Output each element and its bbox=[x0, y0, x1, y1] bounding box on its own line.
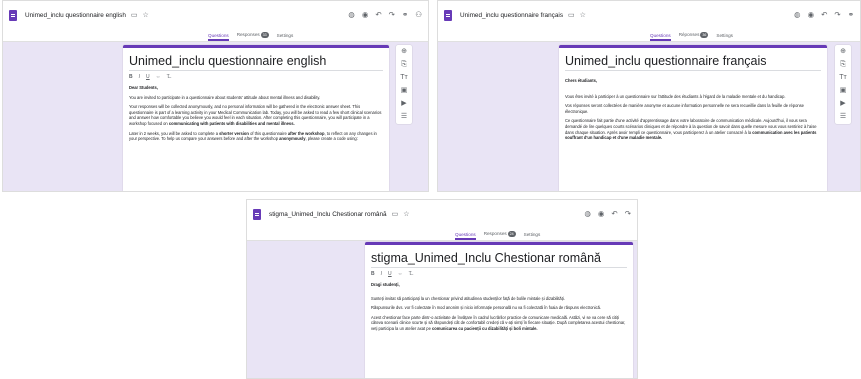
tab-questions[interactable]: Questions bbox=[208, 33, 229, 41]
palette-icon[interactable]: ◍ bbox=[584, 209, 591, 218]
add-question-icon[interactable]: ⊕ bbox=[840, 48, 846, 56]
add-question-icon[interactable]: ⊕ bbox=[401, 48, 407, 56]
form-description[interactable]: Dear Students, You are invited to partic… bbox=[123, 83, 389, 148]
screenshot-romanian-form: stigma_Unimed_Inclu Chestionar română ▭ … bbox=[246, 199, 638, 379]
eye-icon[interactable]: ◉ bbox=[362, 10, 369, 19]
redo-icon[interactable]: ↷ bbox=[625, 209, 631, 218]
bold-button[interactable]: B bbox=[371, 271, 375, 277]
form-header-card[interactable]: stigma_Unimed_Inclu Chestionar română B … bbox=[365, 242, 633, 378]
add-image-icon[interactable]: ▣ bbox=[401, 87, 408, 95]
form-description[interactable]: Dragi studenți, Sunteți invitat să parti… bbox=[365, 280, 633, 338]
add-image-icon[interactable]: ▣ bbox=[840, 87, 847, 95]
add-title-icon[interactable]: Tт bbox=[839, 74, 846, 82]
form-title[interactable]: Unimed_inclu questionnaire english bbox=[129, 48, 383, 71]
italic-button[interactable]: I bbox=[139, 74, 140, 80]
star-icon[interactable]: ☆ bbox=[403, 210, 409, 218]
top-bar: Unimed_inclu questionnaire english ▭ ☆ ◍… bbox=[3, 1, 428, 29]
bold-button[interactable]: B bbox=[129, 74, 133, 80]
add-section-icon[interactable]: ☰ bbox=[401, 113, 407, 121]
eye-icon[interactable]: ◉ bbox=[808, 10, 815, 19]
forms-doc-icon[interactable] bbox=[9, 9, 17, 21]
form-header-card[interactable]: Unimed_inclu questionnaire english B I U… bbox=[123, 45, 389, 191]
responses-count-badge: 36 bbox=[700, 32, 709, 38]
window-title[interactable]: stigma_Unimed_Inclu Chestionar română bbox=[269, 211, 387, 218]
add-person-icon[interactable]: ⚇ bbox=[415, 10, 422, 19]
undo-icon[interactable]: ↶ bbox=[375, 10, 381, 19]
add-video-icon[interactable]: ▶ bbox=[401, 100, 406, 108]
italic-button[interactable]: I bbox=[381, 271, 382, 277]
toolbar-icons: ◍ ◉ ↶ ↷ ⚭ bbox=[794, 10, 854, 19]
window-title[interactable]: Unimed_inclu questionnaire français bbox=[460, 12, 563, 19]
add-section-icon[interactable]: ☰ bbox=[840, 113, 846, 121]
palette-icon[interactable]: ◍ bbox=[794, 10, 801, 19]
undo-icon[interactable]: ↶ bbox=[821, 10, 827, 19]
underline-button[interactable]: U bbox=[388, 271, 392, 277]
add-title-icon[interactable]: Tт bbox=[400, 74, 407, 82]
window-title[interactable]: Unimed_inclu questionnaire english bbox=[25, 12, 126, 19]
screenshot-english-form: Unimed_inclu questionnaire english ▭ ☆ ◍… bbox=[2, 0, 429, 192]
tab-questions[interactable]: Questions bbox=[455, 232, 476, 240]
form-description[interactable]: Chers étudiants, Vous êtes invité à part… bbox=[559, 73, 827, 147]
responses-count-badge: 33 bbox=[260, 32, 269, 38]
add-video-icon[interactable]: ▶ bbox=[840, 100, 845, 108]
star-icon[interactable]: ☆ bbox=[143, 11, 149, 19]
tab-responses[interactable]: Réponses 36 bbox=[679, 32, 709, 38]
tabs-bar: Questions Responses 24 Settings bbox=[247, 228, 637, 241]
undo-icon[interactable]: ↶ bbox=[611, 209, 617, 218]
folder-icon[interactable]: ▭ bbox=[131, 11, 138, 19]
link-button[interactable]: ⇔ bbox=[156, 74, 161, 80]
top-bar: Unimed_inclu questionnaire français ▭ ☆ … bbox=[438, 1, 860, 29]
redo-icon[interactable]: ↷ bbox=[389, 10, 395, 19]
palette-icon[interactable]: ◍ bbox=[348, 10, 355, 19]
folder-icon[interactable]: ▭ bbox=[568, 11, 575, 19]
form-title[interactable]: Unimed_inclu questionnaire français bbox=[565, 48, 821, 71]
format-toolbar: B I U ⇔ T̶ bbox=[123, 71, 389, 83]
tab-settings[interactable]: Settings bbox=[716, 33, 733, 38]
tab-settings[interactable]: Settings bbox=[524, 232, 541, 237]
toolbar-icons: ◍ ◉ ↶ ↷ bbox=[584, 209, 631, 218]
top-bar: stigma_Unimed_Inclu Chestionar română ▭ … bbox=[247, 200, 637, 228]
responses-count-badge: 24 bbox=[507, 231, 516, 237]
tabs-bar: Questions Réponses 36 Settings bbox=[438, 29, 860, 42]
tab-settings[interactable]: Settings bbox=[277, 33, 294, 38]
tabs-bar: Questions Responses 33 Settings bbox=[3, 29, 428, 42]
form-title[interactable]: stigma_Unimed_Inclu Chestionar română bbox=[371, 245, 627, 268]
tab-questions[interactable]: Questions bbox=[650, 33, 671, 41]
folder-icon[interactable]: ▭ bbox=[392, 210, 399, 218]
link-button[interactable]: ⇔ bbox=[398, 271, 403, 277]
format-toolbar: B I U ⇔ T̶ bbox=[365, 268, 633, 280]
underline-button[interactable]: U bbox=[146, 74, 150, 80]
link-icon[interactable]: ⚭ bbox=[402, 10, 408, 19]
form-header-card[interactable]: Unimed_inclu questionnaire français Cher… bbox=[559, 45, 827, 191]
redo-icon[interactable]: ↷ bbox=[834, 10, 840, 19]
floating-toolbar: ⊕ ⎘ Tт ▣ ▶ ☰ bbox=[396, 45, 412, 124]
toolbar-icons: ◍ ◉ ↶ ↷ ⚭ ⚇ bbox=[348, 10, 422, 19]
import-questions-icon[interactable]: ⎘ bbox=[840, 61, 846, 69]
forms-doc-icon[interactable] bbox=[253, 208, 261, 220]
tab-responses[interactable]: Responses 33 bbox=[237, 32, 269, 38]
star-icon[interactable]: ☆ bbox=[580, 11, 586, 19]
clear-format-button[interactable]: T̶ bbox=[167, 74, 170, 80]
screenshot-french-form: Unimed_inclu questionnaire français ▭ ☆ … bbox=[437, 0, 861, 192]
floating-toolbar: ⊕ ⎘ Tт ▣ ▶ ☰ bbox=[835, 45, 851, 124]
clear-format-button[interactable]: T̶ bbox=[409, 271, 412, 277]
link-icon[interactable]: ⚭ bbox=[848, 10, 854, 19]
import-questions-icon[interactable]: ⎘ bbox=[401, 61, 407, 69]
tab-responses[interactable]: Responses 24 bbox=[484, 231, 516, 237]
eye-icon[interactable]: ◉ bbox=[598, 209, 605, 218]
forms-doc-icon[interactable] bbox=[444, 9, 452, 21]
